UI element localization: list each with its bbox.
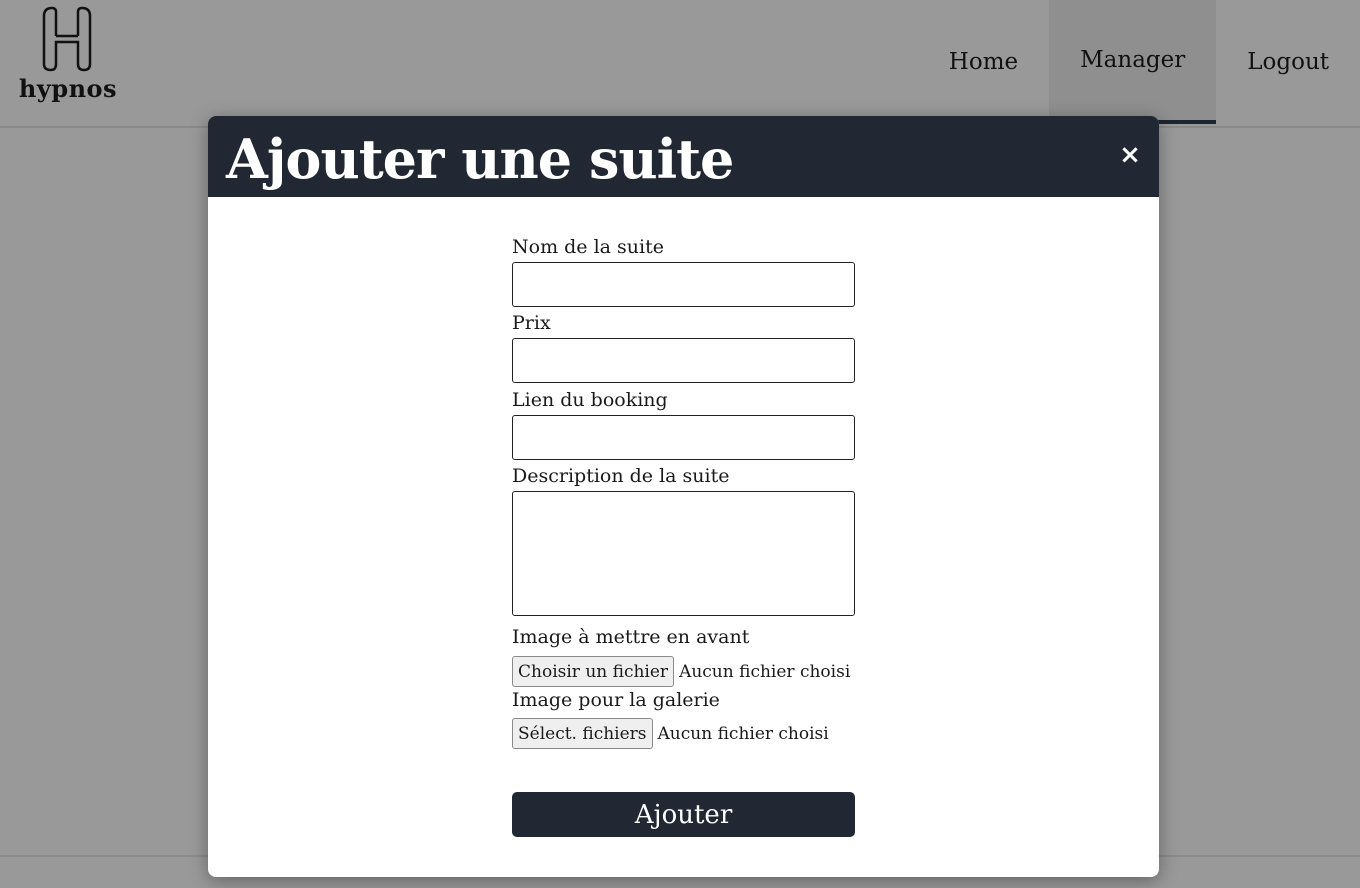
- gallery-file-input: Sélect. fichiers Aucun fichier choisi: [512, 718, 829, 749]
- price-input[interactable]: [512, 338, 855, 383]
- close-icon[interactable]: ×: [1118, 142, 1142, 168]
- featured-image-label: Image à mettre en avant: [512, 626, 750, 648]
- site-header: hypnos Home Manager Logout: [0, 0, 1360, 128]
- main-nav: Home Manager Logout: [918, 0, 1360, 124]
- add-button[interactable]: Ajouter: [512, 792, 855, 837]
- suite-name-input[interactable]: [512, 262, 855, 307]
- nav-logout[interactable]: Logout: [1216, 0, 1360, 124]
- description-textarea[interactable]: [512, 491, 855, 616]
- gallery-status: Aucun fichier choisi: [657, 723, 829, 744]
- featured-image-file-input: Choisir un fichier Aucun fichier choisi: [512, 656, 850, 687]
- add-suite-modal: Ajouter une suite × Nom de la suite Prix…: [208, 116, 1159, 877]
- gallery-select-files-button[interactable]: Sélect. fichiers: [512, 718, 653, 749]
- featured-image-choose-button[interactable]: Choisir un fichier: [512, 656, 675, 687]
- suite-name-label: Nom de la suite: [512, 236, 664, 258]
- gallery-image-label: Image pour la galerie: [512, 689, 720, 711]
- nav-manager[interactable]: Manager: [1049, 0, 1217, 124]
- brand-logo[interactable]: hypnos: [18, 4, 118, 104]
- hypnos-h-logo-icon: [42, 6, 92, 72]
- price-label: Prix: [512, 312, 551, 334]
- booking-link-input[interactable]: [512, 415, 855, 460]
- description-label: Description de la suite: [512, 465, 730, 487]
- nav-home[interactable]: Home: [918, 0, 1049, 124]
- modal-header: Ajouter une suite ×: [208, 116, 1159, 197]
- brand-name: hypnos: [18, 74, 118, 103]
- booking-link-label: Lien du booking: [512, 389, 668, 411]
- featured-image-status: Aucun fichier choisi: [679, 661, 851, 682]
- modal-title: Ajouter une suite: [226, 127, 734, 191]
